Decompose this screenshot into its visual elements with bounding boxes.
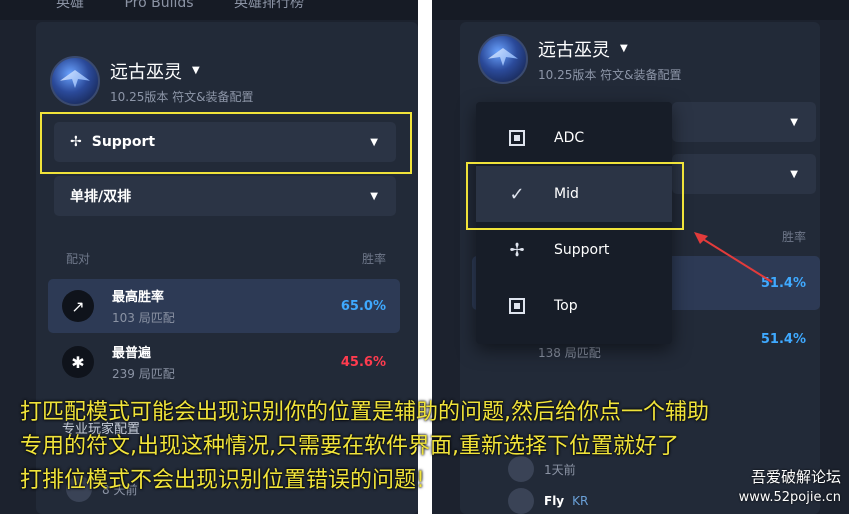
menu-item-top[interactable]: Top [476,278,672,334]
row-sub: 138 局匹配 [538,346,601,360]
role-select[interactable]: ▼ [672,102,816,142]
menu-item-label: ADC [554,130,585,146]
chevron-down-icon: ▼ [370,190,378,202]
winrate-value: 65.0% [340,298,386,314]
row-sub: 103 局匹配 [112,311,175,325]
tab-champions[interactable]: 英雄 [56,0,84,11]
highlight-box [466,162,684,230]
menu-item-label: Support [554,242,610,258]
chevron-down-icon: ▼ [192,65,200,76]
winrate-header: 胜率 [362,252,387,266]
menu-item-support[interactable]: ✢ Support [476,222,672,278]
pro-player-row[interactable]: Fly KR [508,488,588,514]
queue-select[interactable]: ▼ [672,154,816,194]
champion-avatar [478,34,528,84]
row-sub: 239 局匹配 [112,367,175,381]
champion-avatar [50,56,100,106]
winrate-value: 45.6% [340,354,386,370]
asterisk-icon: ✱ [62,346,94,378]
tab-champion-ranking[interactable]: 英雄排行榜 [234,0,304,11]
matchup-header: 配对 [66,252,91,266]
champion-header[interactable]: 远古巫灵 ▼ 10.25版本 符文&装备配置 [50,56,254,106]
row-title: 最普遍 [112,346,152,361]
avatar [508,488,534,514]
annotation-arrow [694,232,773,283]
winrate-value: 51.4% [760,331,806,347]
caption-line-2: 专用的符文,出现这种情况,只需要在软件界面,重新选择下位置就好了 [20,434,679,459]
caption-line-1: 打匹配模式可能会出现识别你的位置是辅助的问题,然后给你点一个辅助 [20,400,709,425]
caption-line-3: 打排位模式不会出现识别位置错误的问题! [20,468,425,493]
row-title: 最高胜率 [112,290,165,305]
player-region: KR [572,494,589,508]
highlight-box [40,112,412,174]
champion-header[interactable]: 远古巫灵 ▼ 10.25版本 符文&装备配置 [478,34,682,84]
champion-subtitle: 10.25版本 符文&装备配置 [110,89,254,104]
top-icon [506,295,528,317]
list-item-highest-winrate[interactable]: ↗ 最高胜率 103 局匹配 65.0% [48,279,400,333]
list-item-most-common[interactable]: ✱ 最普遍 239 局匹配 45.6% [48,335,400,389]
watermark-title: 吾爱破解论坛 [750,468,841,486]
champion-subtitle: 10.25版本 符文&装备配置 [538,67,682,82]
support-icon: ✢ [509,239,525,261]
player-name: Fly [544,494,565,508]
queue-select-label: 单排/双排 [70,189,132,205]
pro-build-time: 1天前 [544,462,576,477]
champion-name: 远古巫灵 [110,61,182,83]
champion-name: 远古巫灵 [538,39,610,61]
trend-up-icon: ↗ [62,290,94,322]
top-tab-bar: 英雄 Pro Builds 英雄排行榜 [0,0,418,20]
chevron-down-icon: ▼ [790,116,798,128]
watermark-url: www.52pojie.cn [738,490,841,505]
top-tab-bar [432,0,849,20]
chevron-down-icon: ▼ [790,168,798,180]
winrate-header: 胜率 [782,230,807,244]
adc-icon [506,127,528,149]
tab-pro-builds[interactable]: Pro Builds [124,0,193,11]
menu-item-label: Top [554,298,578,314]
menu-item-adc[interactable]: ADC [476,110,672,166]
chevron-down-icon: ▼ [620,43,628,54]
queue-select[interactable]: 单排/双排 ▼ [54,176,396,216]
